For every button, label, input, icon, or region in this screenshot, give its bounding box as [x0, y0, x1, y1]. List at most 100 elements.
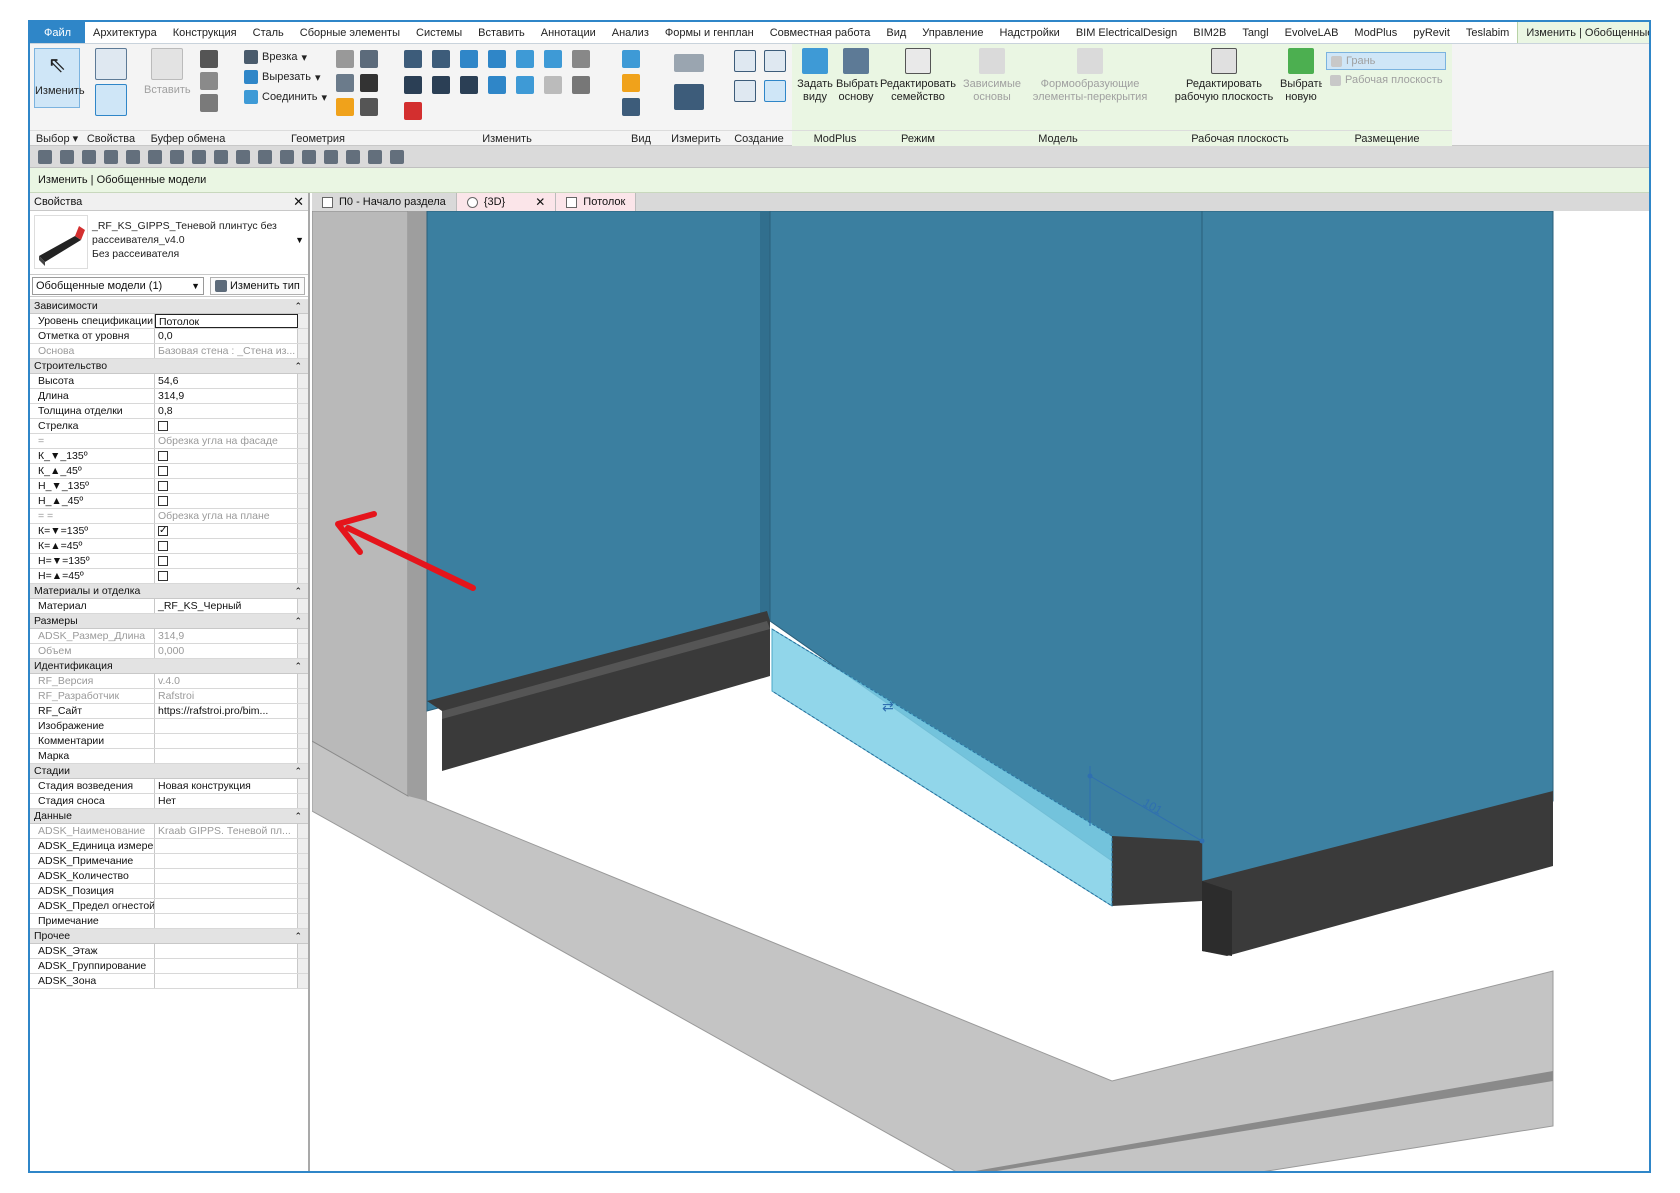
close-icon[interactable]: ✕: [293, 193, 304, 211]
wall-joins-icon[interactable]: [336, 50, 354, 68]
mirror-draw-icon[interactable]: [488, 50, 506, 68]
property-value[interactable]: 0,8: [155, 404, 298, 418]
property-value[interactable]: 54,6: [155, 374, 298, 388]
property-category[interactable]: Материалы и отделка ⌃: [30, 584, 308, 599]
thin-lines-icon[interactable]: [280, 149, 294, 164]
edit-family-button[interactable]: Редактировать семейство: [880, 48, 956, 104]
property-category[interactable]: Прочее ⌃: [30, 929, 308, 944]
paint-icon[interactable]: [336, 74, 354, 92]
ribbon-tab[interactable]: Управление: [914, 22, 991, 43]
dimension-qat-icon[interactable]: [192, 149, 206, 164]
hammer-icon[interactable]: [360, 98, 378, 116]
tab-ceiling-view[interactable]: Потолок: [556, 193, 637, 211]
property-category[interactable]: Строительство ⌃: [30, 359, 308, 374]
property-value[interactable]: 0,0: [155, 329, 298, 343]
ribbon-tab[interactable]: Teslabim: [1458, 22, 1517, 43]
split-icon[interactable]: [516, 76, 534, 94]
ribbon-tab[interactable]: ModPlus: [1346, 22, 1405, 43]
ribbon-tab[interactable]: Сборные элементы: [292, 22, 408, 43]
print-icon[interactable]: [148, 149, 162, 164]
split-face-icon[interactable]: [360, 50, 378, 68]
collapse-icon[interactable]: ⌃: [294, 764, 302, 779]
property-value[interactable]: _RF_KS_Черный: [155, 599, 298, 613]
ribbon-tab[interactable]: Анализ: [604, 22, 657, 43]
collapse-icon[interactable]: ⌃: [294, 359, 302, 374]
property-checkbox[interactable]: [155, 554, 298, 568]
copy-icon-2[interactable]: [432, 76, 450, 94]
offset-icon[interactable]: [432, 50, 450, 68]
property-checkbox[interactable]: [155, 464, 298, 478]
move-icon[interactable]: [404, 76, 422, 94]
rotate-icon[interactable]: [460, 76, 478, 94]
property-category[interactable]: Данные ⌃: [30, 809, 308, 824]
checkbox-icon[interactable]: [158, 421, 168, 431]
modify-button[interactable]: ⇖ Изменить: [34, 48, 85, 108]
cut-button[interactable]: Вырезать ▾: [244, 70, 320, 84]
property-checkbox[interactable]: [155, 494, 298, 508]
property-value[interactable]: https://rafstroi.pro/bim...: [155, 704, 298, 718]
form-elements-button[interactable]: Формообразующие элементы-перекрытия: [1024, 48, 1156, 104]
property-value[interactable]: Потолок: [155, 314, 298, 328]
hide-icon[interactable]: [622, 98, 640, 116]
flip-control-icon[interactable]: ⇄: [882, 699, 894, 715]
set-view-button[interactable]: Задать виду: [796, 48, 834, 104]
ribbon-tab[interactable]: Надстройки: [991, 22, 1067, 43]
property-value[interactable]: Новая конструкция: [155, 779, 298, 793]
pin-icon[interactable]: [572, 50, 590, 68]
delete-icon[interactable]: [404, 102, 422, 120]
ribbon-tab[interactable]: Архитектура: [85, 22, 165, 43]
ribbon-tab[interactable]: pyRevit: [1405, 22, 1458, 43]
collapse-icon[interactable]: ⌃: [294, 659, 302, 674]
property-checkbox[interactable]: [155, 449, 298, 463]
scissors-icon[interactable]: [200, 50, 218, 68]
property-category[interactable]: Стадии ⌃: [30, 764, 308, 779]
ribbon-tab[interactable]: BIM2B: [1185, 22, 1234, 43]
move-qat-icon[interactable]: [368, 149, 382, 164]
override-icon[interactable]: [622, 74, 640, 92]
ribbon-tab[interactable]: Аннотации: [533, 22, 604, 43]
checkbox-icon[interactable]: [158, 556, 168, 566]
dependent-hosts-button[interactable]: Зависимые основы: [962, 48, 1022, 104]
create-part-icon[interactable]: [734, 50, 756, 72]
edit-type-button[interactable]: Изменить тип: [210, 277, 305, 295]
workplane-placement-button[interactable]: Рабочая плоскость: [1326, 74, 1443, 86]
section-icon[interactable]: [258, 149, 272, 164]
property-category[interactable]: Размеры ⌃: [30, 614, 308, 629]
demolish-icon[interactable]: [360, 74, 378, 92]
ribbon-tab[interactable]: Системы: [408, 22, 470, 43]
checkbox-icon[interactable]: [158, 481, 168, 491]
close-hidden-icon[interactable]: [302, 149, 316, 164]
pick-new-button[interactable]: Выбрать новую: [1280, 48, 1324, 104]
dimension-icon[interactable]: [674, 84, 704, 110]
properties-button[interactable]: [94, 48, 128, 120]
unjoin-icon[interactable]: [336, 98, 354, 116]
switch-windows-icon[interactable]: [324, 149, 338, 164]
array-icon[interactable]: [544, 50, 562, 68]
property-category[interactable]: Зависимости ⌃: [30, 299, 308, 314]
ribbon-tab[interactable]: Изменить | Обобщенные модели: [1517, 22, 1649, 43]
undo-icon[interactable]: [104, 149, 118, 164]
property-value[interactable]: Нет: [155, 794, 298, 808]
collapse-icon[interactable]: ⌃: [294, 929, 302, 944]
tab-3d-view[interactable]: {3D} ✕: [456, 193, 557, 211]
property-value[interactable]: [155, 749, 298, 763]
property-value[interactable]: [155, 854, 298, 868]
collapse-icon[interactable]: ⌃: [294, 614, 302, 629]
copy-icon[interactable]: [200, 72, 218, 90]
property-value[interactable]: [155, 734, 298, 748]
trim-icon[interactable]: [488, 76, 506, 94]
chevron-down-icon[interactable]: ▼: [295, 235, 304, 245]
property-checkbox[interactable]: [155, 539, 298, 553]
property-category[interactable]: Идентификация ⌃: [30, 659, 308, 674]
ribbon-tab[interactable]: Сталь: [245, 22, 292, 43]
ribbon-tab[interactable]: Вставить: [470, 22, 533, 43]
align-qat-icon[interactable]: [346, 149, 360, 164]
redo-icon[interactable]: [126, 149, 140, 164]
3d-view-icon[interactable]: [236, 149, 250, 164]
property-checkbox[interactable]: [155, 479, 298, 493]
property-checkbox[interactable]: [155, 524, 298, 538]
create-group-icon[interactable]: [764, 50, 786, 72]
checkbox-icon[interactable]: [158, 571, 168, 581]
checkbox-icon[interactable]: [158, 466, 168, 476]
property-value[interactable]: [155, 974, 298, 988]
